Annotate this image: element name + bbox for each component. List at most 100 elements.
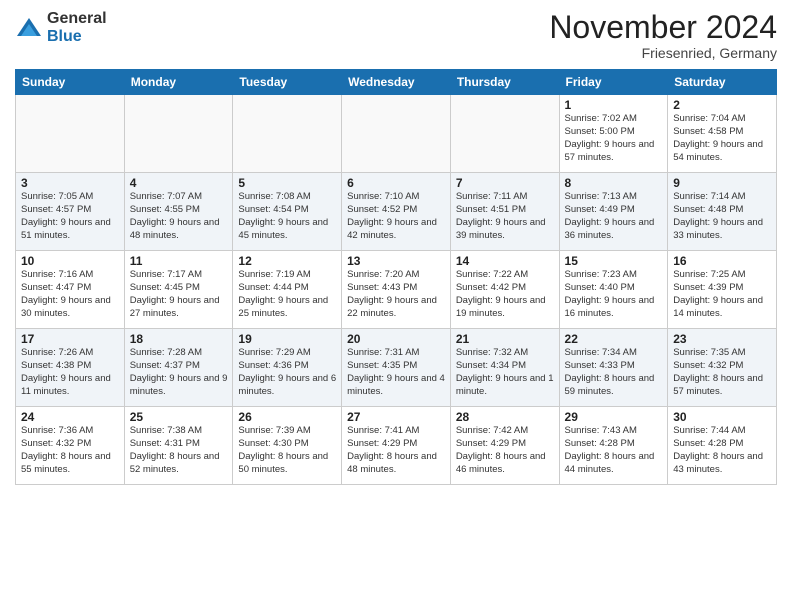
calendar-cell: 25Sunrise: 7:38 AM Sunset: 4:31 PM Dayli…: [124, 407, 233, 485]
day-info: Sunrise: 7:35 AM Sunset: 4:32 PM Dayligh…: [673, 347, 771, 398]
calendar-header-row: SundayMondayTuesdayWednesdayThursdayFrid…: [16, 70, 777, 95]
calendar-cell: [342, 95, 451, 173]
calendar-cell: 26Sunrise: 7:39 AM Sunset: 4:30 PM Dayli…: [233, 407, 342, 485]
calendar-cell: 6Sunrise: 7:10 AM Sunset: 4:52 PM Daylig…: [342, 173, 451, 251]
day-info: Sunrise: 7:26 AM Sunset: 4:38 PM Dayligh…: [21, 347, 119, 398]
day-number: 10: [21, 254, 119, 268]
day-info: Sunrise: 7:14 AM Sunset: 4:48 PM Dayligh…: [673, 191, 771, 242]
calendar-cell: 22Sunrise: 7:34 AM Sunset: 4:33 PM Dayli…: [559, 329, 668, 407]
title-block: November 2024 Friesenried, Germany: [549, 10, 777, 61]
calendar-cell: 14Sunrise: 7:22 AM Sunset: 4:42 PM Dayli…: [450, 251, 559, 329]
day-number: 2: [673, 98, 771, 112]
day-number: 4: [130, 176, 228, 190]
calendar-cell: 7Sunrise: 7:11 AM Sunset: 4:51 PM Daylig…: [450, 173, 559, 251]
day-number: 27: [347, 410, 445, 424]
day-info: Sunrise: 7:38 AM Sunset: 4:31 PM Dayligh…: [130, 425, 228, 476]
day-info: Sunrise: 7:04 AM Sunset: 4:58 PM Dayligh…: [673, 113, 771, 164]
calendar-cell: 3Sunrise: 7:05 AM Sunset: 4:57 PM Daylig…: [16, 173, 125, 251]
day-info: Sunrise: 7:02 AM Sunset: 5:00 PM Dayligh…: [565, 113, 663, 164]
day-number: 28: [456, 410, 554, 424]
calendar-week-row: 10Sunrise: 7:16 AM Sunset: 4:47 PM Dayli…: [16, 251, 777, 329]
day-number: 21: [456, 332, 554, 346]
day-number: 22: [565, 332, 663, 346]
calendar-cell: 21Sunrise: 7:32 AM Sunset: 4:34 PM Dayli…: [450, 329, 559, 407]
day-info: Sunrise: 7:08 AM Sunset: 4:54 PM Dayligh…: [238, 191, 336, 242]
calendar-day-header: Friday: [559, 70, 668, 95]
calendar-cell: 29Sunrise: 7:43 AM Sunset: 4:28 PM Dayli…: [559, 407, 668, 485]
day-number: 17: [21, 332, 119, 346]
page: General Blue November 2024 Friesenried, …: [0, 0, 792, 612]
day-info: Sunrise: 7:43 AM Sunset: 4:28 PM Dayligh…: [565, 425, 663, 476]
calendar-week-row: 24Sunrise: 7:36 AM Sunset: 4:32 PM Dayli…: [16, 407, 777, 485]
day-number: 3: [21, 176, 119, 190]
logo-icon: [15, 14, 43, 42]
day-number: 8: [565, 176, 663, 190]
calendar-day-header: Sunday: [16, 70, 125, 95]
day-number: 13: [347, 254, 445, 268]
calendar-cell: 17Sunrise: 7:26 AM Sunset: 4:38 PM Dayli…: [16, 329, 125, 407]
day-number: 15: [565, 254, 663, 268]
calendar-cell: 15Sunrise: 7:23 AM Sunset: 4:40 PM Dayli…: [559, 251, 668, 329]
day-info: Sunrise: 7:31 AM Sunset: 4:35 PM Dayligh…: [347, 347, 445, 398]
logo-general: General: [47, 10, 107, 28]
calendar-cell: 4Sunrise: 7:07 AM Sunset: 4:55 PM Daylig…: [124, 173, 233, 251]
day-number: 6: [347, 176, 445, 190]
day-number: 14: [456, 254, 554, 268]
day-info: Sunrise: 7:22 AM Sunset: 4:42 PM Dayligh…: [456, 269, 554, 320]
calendar-cell: 20Sunrise: 7:31 AM Sunset: 4:35 PM Dayli…: [342, 329, 451, 407]
calendar-week-row: 1Sunrise: 7:02 AM Sunset: 5:00 PM Daylig…: [16, 95, 777, 173]
header: General Blue November 2024 Friesenried, …: [15, 10, 777, 61]
logo: General Blue: [15, 10, 107, 45]
day-info: Sunrise: 7:19 AM Sunset: 4:44 PM Dayligh…: [238, 269, 336, 320]
day-number: 26: [238, 410, 336, 424]
calendar-cell: 1Sunrise: 7:02 AM Sunset: 5:00 PM Daylig…: [559, 95, 668, 173]
calendar-cell: 27Sunrise: 7:41 AM Sunset: 4:29 PM Dayli…: [342, 407, 451, 485]
day-info: Sunrise: 7:10 AM Sunset: 4:52 PM Dayligh…: [347, 191, 445, 242]
calendar: SundayMondayTuesdayWednesdayThursdayFrid…: [15, 69, 777, 485]
location: Friesenried, Germany: [549, 45, 777, 61]
calendar-cell: [16, 95, 125, 173]
day-info: Sunrise: 7:32 AM Sunset: 4:34 PM Dayligh…: [456, 347, 554, 398]
day-number: 23: [673, 332, 771, 346]
calendar-day-header: Wednesday: [342, 70, 451, 95]
calendar-week-row: 3Sunrise: 7:05 AM Sunset: 4:57 PM Daylig…: [16, 173, 777, 251]
day-number: 11: [130, 254, 228, 268]
day-number: 19: [238, 332, 336, 346]
calendar-cell: 24Sunrise: 7:36 AM Sunset: 4:32 PM Dayli…: [16, 407, 125, 485]
calendar-cell: 8Sunrise: 7:13 AM Sunset: 4:49 PM Daylig…: [559, 173, 668, 251]
day-info: Sunrise: 7:25 AM Sunset: 4:39 PM Dayligh…: [673, 269, 771, 320]
calendar-cell: 13Sunrise: 7:20 AM Sunset: 4:43 PM Dayli…: [342, 251, 451, 329]
day-number: 5: [238, 176, 336, 190]
day-number: 1: [565, 98, 663, 112]
calendar-cell: 18Sunrise: 7:28 AM Sunset: 4:37 PM Dayli…: [124, 329, 233, 407]
calendar-cell: [233, 95, 342, 173]
logo-text: General Blue: [47, 10, 107, 45]
logo-blue: Blue: [47, 28, 107, 46]
day-info: Sunrise: 7:36 AM Sunset: 4:32 PM Dayligh…: [21, 425, 119, 476]
calendar-day-header: Saturday: [668, 70, 777, 95]
calendar-cell: 11Sunrise: 7:17 AM Sunset: 4:45 PM Dayli…: [124, 251, 233, 329]
day-info: Sunrise: 7:23 AM Sunset: 4:40 PM Dayligh…: [565, 269, 663, 320]
day-info: Sunrise: 7:20 AM Sunset: 4:43 PM Dayligh…: [347, 269, 445, 320]
day-info: Sunrise: 7:44 AM Sunset: 4:28 PM Dayligh…: [673, 425, 771, 476]
calendar-cell: 30Sunrise: 7:44 AM Sunset: 4:28 PM Dayli…: [668, 407, 777, 485]
calendar-cell: 5Sunrise: 7:08 AM Sunset: 4:54 PM Daylig…: [233, 173, 342, 251]
calendar-cell: 2Sunrise: 7:04 AM Sunset: 4:58 PM Daylig…: [668, 95, 777, 173]
day-number: 29: [565, 410, 663, 424]
calendar-cell: 23Sunrise: 7:35 AM Sunset: 4:32 PM Dayli…: [668, 329, 777, 407]
calendar-cell: [450, 95, 559, 173]
day-info: Sunrise: 7:16 AM Sunset: 4:47 PM Dayligh…: [21, 269, 119, 320]
month-title: November 2024: [549, 10, 777, 45]
calendar-day-header: Thursday: [450, 70, 559, 95]
day-number: 7: [456, 176, 554, 190]
day-info: Sunrise: 7:29 AM Sunset: 4:36 PM Dayligh…: [238, 347, 336, 398]
day-info: Sunrise: 7:05 AM Sunset: 4:57 PM Dayligh…: [21, 191, 119, 242]
day-number: 24: [21, 410, 119, 424]
day-info: Sunrise: 7:28 AM Sunset: 4:37 PM Dayligh…: [130, 347, 228, 398]
day-info: Sunrise: 7:34 AM Sunset: 4:33 PM Dayligh…: [565, 347, 663, 398]
day-info: Sunrise: 7:11 AM Sunset: 4:51 PM Dayligh…: [456, 191, 554, 242]
calendar-cell: 28Sunrise: 7:42 AM Sunset: 4:29 PM Dayli…: [450, 407, 559, 485]
day-info: Sunrise: 7:42 AM Sunset: 4:29 PM Dayligh…: [456, 425, 554, 476]
day-info: Sunrise: 7:17 AM Sunset: 4:45 PM Dayligh…: [130, 269, 228, 320]
day-number: 25: [130, 410, 228, 424]
